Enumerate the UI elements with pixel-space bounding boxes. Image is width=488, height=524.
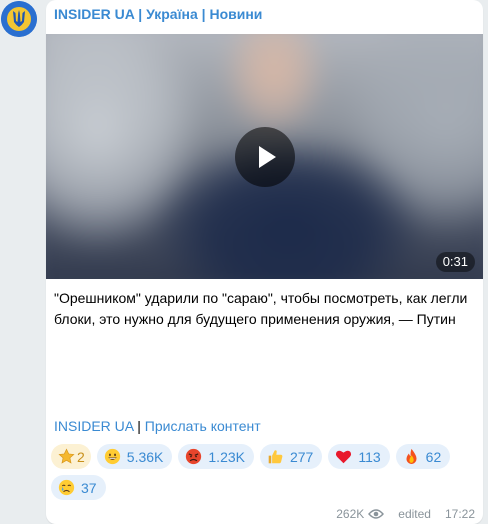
reaction-count: 62 <box>425 448 442 465</box>
grinning-face-icon <box>104 448 120 465</box>
message-time: 17:22 <box>444 507 475 521</box>
reactions-bar: 2 5.36K 1.23K 277 113 62 37 <box>51 444 476 500</box>
reaction-count: 1.23K <box>208 448 245 465</box>
red-heart-icon <box>336 450 352 464</box>
message-text: "Орешником" ударили по "сараю", чтобы по… <box>54 290 468 327</box>
trident-icon <box>1 1 37 37</box>
channel-link[interactable]: INSIDER UA <box>54 418 133 434</box>
play-icon <box>258 145 276 168</box>
message-footer-links: INSIDER UA | Прислать контент <box>54 416 261 436</box>
reaction-count: 113 <box>358 448 381 465</box>
channel-name[interactable]: INSIDER UA | Україна | Новини <box>54 6 262 22</box>
angry-face-icon <box>186 448 202 465</box>
reaction-count: 2 <box>77 448 85 465</box>
eye-icon <box>368 509 385 519</box>
thumbs-up-icon <box>268 450 283 464</box>
fire-icon <box>406 448 417 464</box>
edited-label: edited <box>398 507 431 521</box>
video-duration: 0:31 <box>435 252 475 272</box>
reaction-crying[interactable]: 37 <box>51 475 106 500</box>
play-button[interactable] <box>234 126 295 187</box>
crying-face-icon <box>58 479 75 496</box>
message-meta: 262K edited 17:22 <box>336 507 475 521</box>
channel-avatar[interactable] <box>1 1 37 37</box>
reaction-thumbs-up[interactable]: 277 <box>259 444 323 469</box>
reaction-count: 5.36K <box>126 448 164 465</box>
reaction-angry[interactable]: 1.23K <box>178 444 254 469</box>
video-player[interactable]: 0:31 <box>46 34 483 279</box>
reaction-count: 37 <box>81 479 97 496</box>
star-icon <box>58 448 75 464</box>
reaction-grinning[interactable]: 5.36K <box>96 444 173 469</box>
reaction-fire[interactable]: 62 <box>395 444 451 469</box>
reaction-count: 277 <box>289 448 314 465</box>
submit-content-link[interactable]: Прислать контент <box>145 418 261 434</box>
reaction-heart[interactable]: 113 <box>328 444 390 469</box>
view-count: 262K <box>336 507 365 521</box>
footer-separator: | <box>133 418 145 434</box>
reaction-star[interactable]: 2 <box>51 444 91 469</box>
message-bubble: INSIDER UA | Україна | Новини 0:31 "Ореш… <box>46 0 483 524</box>
